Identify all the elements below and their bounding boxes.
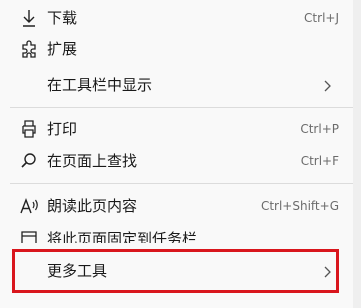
menu-item-label: 在工具栏中显示	[47, 76, 153, 94]
menu-item-label: 朗读此页内容	[47, 197, 138, 215]
download-icon	[19, 7, 39, 29]
menu-item-label: 将此页面固定到任务栏	[47, 230, 198, 243]
print-icon	[19, 118, 39, 140]
menu-divider	[10, 183, 353, 184]
highlight-box	[12, 249, 339, 293]
menu-item-shortcut: Ctrl+P	[300, 122, 339, 136]
menu-item-read-aloud[interactable]: 朗读此页内容 Ctrl+Shift+G	[0, 191, 353, 221]
pin-icon	[19, 228, 39, 243]
menu-item-label: 打印	[47, 120, 78, 138]
read-aloud-icon	[19, 195, 39, 217]
menu-item-extensions[interactable]: 扩展	[0, 34, 353, 64]
find-icon	[19, 150, 39, 172]
menu-item-label: 在页面上查找	[47, 152, 138, 170]
menu-item-find-on-page[interactable]: 在页面上查找 Ctrl+F	[0, 146, 353, 176]
menu-item-print[interactable]: 打印 Ctrl+P	[0, 114, 353, 144]
menu-item-show-in-toolbar[interactable]: 在工具栏中显示	[0, 70, 353, 100]
menu-item-label: 扩展	[47, 40, 78, 58]
menu-item-shortcut: Ctrl+Shift+G	[260, 199, 339, 213]
menu-item-download[interactable]: 下载 Ctrl+J	[0, 3, 353, 33]
more-menu: 下载 Ctrl+J 扩展 在工具栏中显示 打印 Ctrl+P 在页面上查找 Ct…	[0, 0, 354, 308]
extensions-icon	[19, 38, 39, 60]
menu-divider	[10, 107, 353, 108]
menu-item-shortcut: Ctrl+J	[304, 11, 339, 25]
chevron-right-icon	[321, 78, 333, 92]
menu-item-label: 下载	[47, 9, 78, 27]
window-edge	[353, 0, 361, 308]
menu-item-pin-to-taskbar[interactable]: 将此页面固定到任务栏	[0, 225, 353, 243]
menu-item-shortcut: Ctrl+F	[300, 154, 339, 168]
